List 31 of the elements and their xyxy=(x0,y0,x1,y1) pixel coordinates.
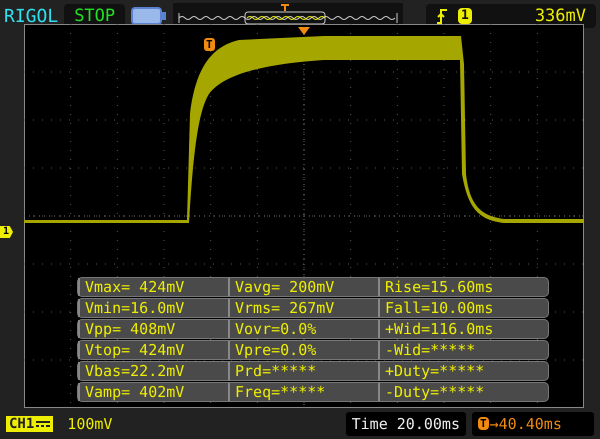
measurement-value: Vmax= 424mV xyxy=(78,278,228,296)
measurement-value: Vmin=16.0mV xyxy=(78,299,228,317)
coupling-icon xyxy=(36,418,50,428)
trigger-level: 336mV xyxy=(534,6,586,26)
measurement-value: Vpp= 408mV xyxy=(78,320,228,338)
measurement-value: Fall=10.00ms xyxy=(378,299,548,317)
measurement-value: Vpre=0.0% xyxy=(228,341,378,359)
timebase: Time 20.00ms xyxy=(346,412,466,436)
trigger-source: 1 xyxy=(458,8,472,24)
measurement-value: -Duty=***** xyxy=(378,383,548,401)
measurement-value: +Wid=116.0ms xyxy=(378,320,548,338)
trigger-offset: →40.40ms xyxy=(490,414,562,432)
brand-logo: RIGOL xyxy=(4,6,58,26)
channel-label: CH1 xyxy=(9,416,34,432)
measurement-value: Vamp= 402mV xyxy=(78,383,228,401)
trigger-marker: T xyxy=(204,38,215,51)
battery-icon xyxy=(131,6,168,26)
measurement-value: Vavg= 200mV xyxy=(228,278,378,296)
channel-marker: 1 xyxy=(0,226,14,238)
measurement-value: Vovr=0.0% xyxy=(228,320,378,338)
vertical-scale: 100mV xyxy=(67,414,112,432)
measurement-value: Vtop= 424mV xyxy=(78,341,228,359)
measurement-value: Vrms= 267mV xyxy=(228,299,378,317)
rising-edge-icon xyxy=(436,8,448,24)
measurement-value: Prd=***** xyxy=(228,362,378,380)
measurement-value: Freq=***** xyxy=(228,383,378,401)
measurement-value: +Duty=***** xyxy=(378,362,548,380)
trigger-badge: T xyxy=(478,417,489,430)
measurement-value: Vbas=22.2mV xyxy=(78,362,228,380)
measurement-value: -Wid=***** xyxy=(378,341,548,359)
measurement-value: Rise=15.60ms xyxy=(378,278,548,296)
